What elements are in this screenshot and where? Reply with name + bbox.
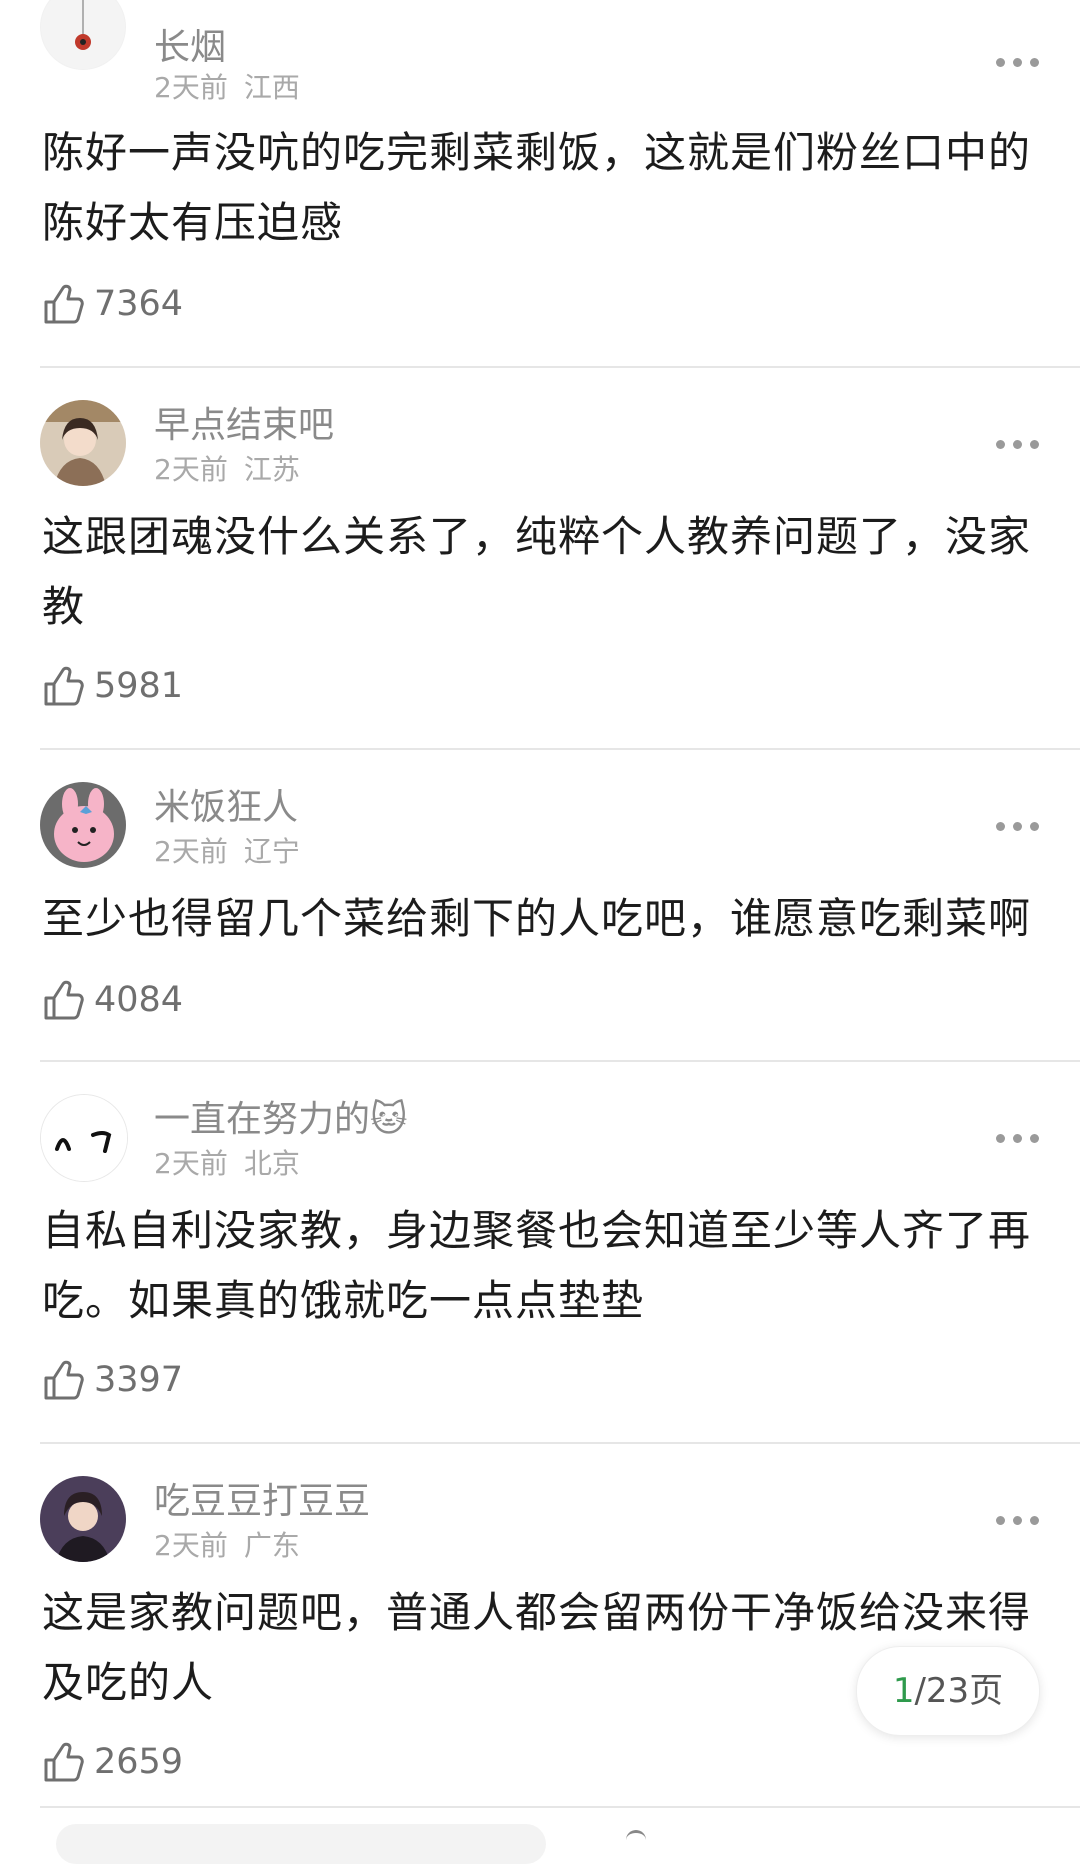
- comment-meta: 2天前 广东: [154, 1529, 300, 1563]
- comment-location: 北京: [243, 1147, 300, 1180]
- comment-time: 2天前: [154, 71, 228, 104]
- spider-ornament-avatar[interactable]: [40, 0, 126, 70]
- like-count: 5981: [94, 666, 184, 706]
- more-icon[interactable]: [996, 1514, 1040, 1526]
- divider: [40, 1060, 1080, 1062]
- thumbs-up-icon: [44, 666, 84, 706]
- pink-rabbit-avatar[interactable]: [40, 782, 126, 868]
- username[interactable]: 米饭狂人: [154, 786, 298, 830]
- divider: [40, 1806, 1080, 1808]
- comment-text: 陈好一声没吭的吃完剩菜剩饭，这就是们粉丝口中的陈好太有压迫感: [42, 128, 1032, 247]
- comment-location: 江苏: [243, 453, 300, 486]
- username[interactable]: 一直在努力的🐱: [154, 1098, 408, 1142]
- comment-meta: 2天前 辽宁: [154, 835, 300, 869]
- divider: [40, 366, 1080, 368]
- bottom-toolbar-icon[interactable]: [626, 1830, 646, 1846]
- thumbs-up-icon: [44, 980, 84, 1020]
- like-count: 7364: [94, 284, 184, 324]
- comment-text: 至少也得留几个菜给剩下的人吃吧，谁愿意吃剩菜啊: [42, 894, 1032, 943]
- cat-eyes-avatar[interactable]: [40, 1094, 128, 1182]
- username[interactable]: 吃豆豆打豆豆: [154, 1480, 370, 1524]
- thumbs-up-icon: [44, 1742, 84, 1782]
- comment-location: 广东: [243, 1529, 300, 1562]
- comment-time: 2天前: [154, 1529, 228, 1562]
- divider: [40, 1442, 1080, 1444]
- thumbs-up-icon: [44, 1360, 84, 1400]
- comment-location: 江西: [243, 71, 300, 104]
- total-pages: /23页: [914, 1671, 1004, 1711]
- like-count: 3397: [94, 1360, 184, 1400]
- comment-text: 这跟团魂没什么关系了，纯粹个人教养问题了，没家教: [42, 512, 1032, 631]
- comment-text: 自私自利没家教，身边聚餐也会知道至少等人齐了再吃。如果真的饿就吃一点点垫垫: [42, 1206, 1032, 1325]
- more-icon[interactable]: [996, 56, 1040, 68]
- username[interactable]: 长烟: [154, 26, 226, 62]
- comment-input-bar[interactable]: [56, 1824, 546, 1864]
- comment-location: 辽宁: [243, 835, 300, 868]
- divider: [40, 748, 1080, 750]
- more-icon[interactable]: [996, 1132, 1040, 1144]
- comment-time: 2天前: [154, 835, 228, 868]
- comment-meta: 2天前 北京: [154, 1147, 300, 1181]
- portrait-photo-avatar[interactable]: [40, 1476, 126, 1562]
- comment-meta: 2天前 江西: [154, 71, 300, 105]
- comment-time: 2天前: [154, 453, 228, 486]
- like-count: 2659: [94, 1742, 184, 1782]
- girl-photo-avatar[interactable]: [40, 400, 126, 486]
- username[interactable]: 早点结束吧: [154, 404, 334, 448]
- thumbs-up-icon: [44, 284, 84, 324]
- more-icon[interactable]: [996, 438, 1040, 450]
- comment-meta: 2天前 江苏: [154, 453, 300, 487]
- page-indicator-button[interactable]: 1/23页: [856, 1646, 1040, 1736]
- more-icon[interactable]: [996, 820, 1040, 832]
- like-count: 4084: [94, 980, 184, 1020]
- current-page: 1: [892, 1671, 915, 1711]
- comment-time: 2天前: [154, 1147, 228, 1180]
